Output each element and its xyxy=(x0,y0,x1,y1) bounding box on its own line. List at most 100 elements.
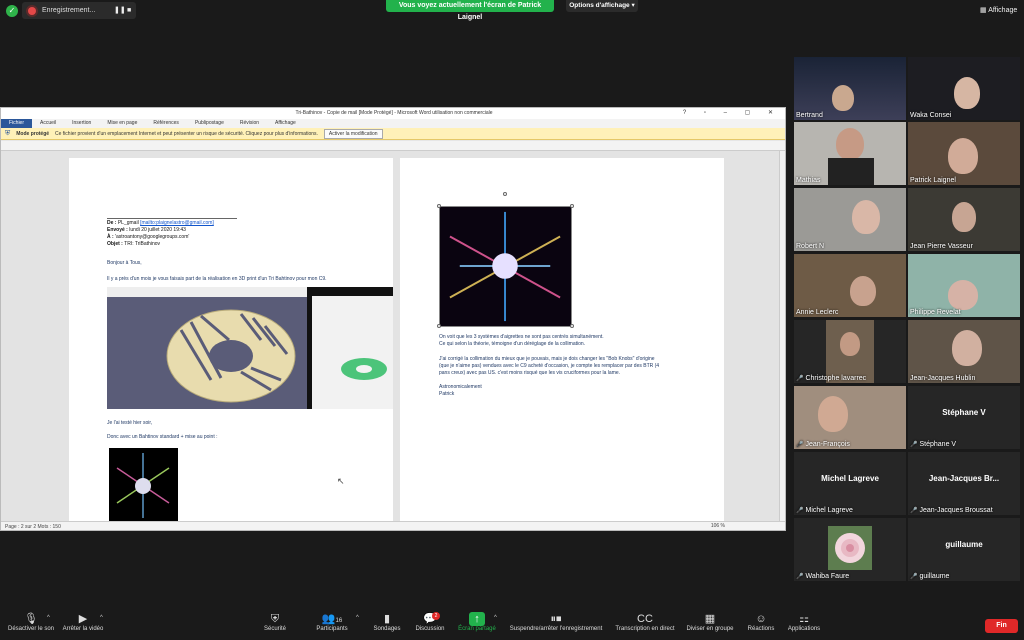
muted-mic-icon: 🎤 xyxy=(796,442,804,448)
participant-video xyxy=(952,202,976,232)
resize-handle[interactable] xyxy=(570,204,574,208)
video-tile[interactable]: Annie Leclerc xyxy=(794,254,906,317)
video-tile[interactable]: Robert N xyxy=(794,188,906,251)
email-from: De : PL_gmail [mailto:plaignelastro@gmai… xyxy=(107,220,214,227)
audio-options-chevron-icon[interactable]: ^ xyxy=(47,615,50,621)
participant-name: Philippe Revelat xyxy=(910,309,961,316)
video-tile-no-video[interactable]: Stéphane V 🎤 Stéphane V xyxy=(908,386,1020,449)
video-tile-no-video[interactable]: Michel Lagreve 🎤 Michel Lagreve xyxy=(794,452,906,515)
participant-name: guillaume xyxy=(919,573,950,580)
protected-message: Ce fichier provient d'un emplacement Int… xyxy=(55,130,318,137)
recording-indicator: Enregistrement... ❚❚ ■ xyxy=(22,2,136,19)
star-image-2[interactable] xyxy=(439,206,572,327)
participant-name-row: 🎤 guillaume xyxy=(910,573,949,580)
shield-icon: ⛨ xyxy=(270,613,280,625)
video-tile-profile-photo[interactable]: 🎤 Wahiba Faure xyxy=(794,518,906,581)
display-button[interactable]: ▦ Affichage xyxy=(980,6,1017,14)
share-options-chevron-icon[interactable]: ^ xyxy=(494,615,497,621)
participant-display-name: Stéphane V xyxy=(942,408,986,417)
vertical-scrollbar[interactable] xyxy=(779,151,785,521)
video-tile[interactable]: Jean Pierre Vasseur xyxy=(908,188,1020,251)
record-label: Suspendre/arrêter l'enregistrement xyxy=(509,626,603,632)
document-canvas: De : PL_gmail [mailto:plaignelastro@gmai… xyxy=(1,151,779,523)
video-tile-no-video[interactable]: Jean-Jacques Br... 🎤 Jean-Jacques Broussa… xyxy=(908,452,1020,515)
resize-handle[interactable] xyxy=(437,324,441,328)
video-background xyxy=(794,188,906,251)
bar-chart-icon: ▮ xyxy=(383,613,391,625)
video-tile[interactable]: Patrick Laignel xyxy=(908,122,1020,185)
reactions-label: Réactions xyxy=(747,626,775,632)
participant-name-row: 🎤 Wahiba Faure xyxy=(796,573,849,580)
cad-second-view-panel xyxy=(312,296,393,409)
chat-bubble-icon: 💬 xyxy=(423,613,437,625)
p2-line-2c: pans creux) avec pas US. c'est moins ris… xyxy=(439,370,621,376)
paragraph-2: Je l'ai testé hier soir, xyxy=(107,420,153,426)
participant-display-name: Jean-Jacques Br... xyxy=(928,474,1000,483)
video-tile[interactable]: 🎤 Jean-François xyxy=(794,386,906,449)
participant-video xyxy=(818,396,848,432)
muted-mic-icon: 🎤 xyxy=(796,574,804,580)
divider xyxy=(107,218,237,219)
pause-stop-recording-button[interactable]: ⏸⏹ Suspendre/arrêter l'enregistrement xyxy=(506,612,606,632)
paragraph-1: Il y a près d'un mois je vous faisais pa… xyxy=(107,276,327,282)
participant-name: Jean Pierre Vasseur xyxy=(910,243,973,250)
video-tile-active-speaker[interactable]: Philippe Revelat xyxy=(908,254,1020,317)
subject-label: Objet : xyxy=(107,241,123,247)
polls-label: Sondages xyxy=(373,626,401,632)
security-shield-icon[interactable]: ✓ xyxy=(6,5,18,17)
p2-line-1b: Ce qui selon la théorie, témoigne d'un d… xyxy=(439,341,586,347)
muted-mic-icon: 🎤 xyxy=(910,508,918,514)
video-background xyxy=(794,386,906,449)
pause-stop-icon: ⏸⏹ xyxy=(550,613,562,625)
stop-recording-icon[interactable]: ■ xyxy=(127,7,134,14)
reactions-button[interactable]: ☺ Réactions xyxy=(744,612,778,632)
mute-label: Désactiver le son xyxy=(7,626,55,632)
participants-chevron-icon[interactable]: ^ xyxy=(356,615,359,621)
word-window-controls[interactable]: ? ▫ – ▢ ✕ xyxy=(683,108,781,119)
video-tile[interactable]: Jean-Jacques Hublin xyxy=(908,320,1020,383)
participant-name: Jean-François xyxy=(805,441,850,448)
breakout-rooms-button[interactable]: ▦ Diviser en groupe xyxy=(684,612,736,632)
participant-display-name: Michel Lagreve xyxy=(821,474,879,483)
resize-handle[interactable] xyxy=(570,324,574,328)
participant-name: Jean-Jacques Broussat xyxy=(919,507,993,514)
participant-video xyxy=(840,332,860,356)
participants-icon: 👥16 xyxy=(321,613,343,625)
participant-name: Jean-Jacques Hublin xyxy=(910,375,976,382)
security-button[interactable]: ⛨ Sécurité xyxy=(258,612,292,632)
subject-value: TRI: TriBathinov xyxy=(124,241,161,247)
participant-video xyxy=(836,128,864,160)
participant-name: Patrick Laignel xyxy=(910,177,956,184)
video-tile-no-video[interactable]: guillaume 🎤 guillaume xyxy=(908,518,1020,581)
video-tile[interactable]: Bertrand xyxy=(794,57,906,120)
video-options-chevron-icon[interactable]: ^ xyxy=(100,615,103,621)
apps-button[interactable]: ⚏ Applications xyxy=(784,612,824,632)
polls-button[interactable]: ▮ Sondages xyxy=(370,612,404,632)
video-tile[interactable]: Waka Consei xyxy=(908,57,1020,120)
share-screen-button[interactable]: ↑ Écran partagé xyxy=(456,612,498,632)
enable-editing-button[interactable]: Activer la modification xyxy=(323,128,383,139)
view-options-button[interactable]: Options d'affichage ▾ xyxy=(566,0,638,12)
live-transcript-button[interactable]: CC Transcription en direct xyxy=(612,612,678,632)
protected-title: Mode protégé xyxy=(16,130,50,137)
screen-share-banner: Vous voyez actuellement l'écran de Patri… xyxy=(386,0,554,21)
security-label: Sécurité xyxy=(263,626,286,632)
email-sent: Envoyé : lundi 20 juillet 2020 19:43 xyxy=(107,227,186,234)
rotate-handle[interactable] xyxy=(503,192,507,196)
chat-button[interactable]: 💬 Discussion xyxy=(412,612,448,632)
zoom-level[interactable]: 106 % xyxy=(711,521,725,530)
participant-name: Christophe lavarrec xyxy=(805,375,867,382)
signature-1: Astronomicalement xyxy=(439,384,482,390)
from-link[interactable]: [mailto:plaignelastro@gmail.com] xyxy=(140,220,214,226)
paragraph-3: Donc avec un Bahtinov standard + mise au… xyxy=(107,434,218,440)
video-tile[interactable]: Mathias xyxy=(794,122,906,185)
participants-button[interactable]: 👥16 Participants xyxy=(310,612,354,632)
participant-name: Bertrand xyxy=(796,112,823,119)
pause-recording-icon[interactable]: ❚❚ xyxy=(114,7,126,14)
participant-name-row: 🎤 Christophe lavarrec xyxy=(796,375,866,382)
from-value: PL_gmail xyxy=(117,220,139,226)
tri-bahtinov-render xyxy=(166,309,296,403)
end-meeting-button[interactable]: Fin xyxy=(985,619,1018,633)
video-tile[interactable]: 🎤 Christophe lavarrec xyxy=(794,320,906,383)
resize-handle[interactable] xyxy=(437,204,441,208)
